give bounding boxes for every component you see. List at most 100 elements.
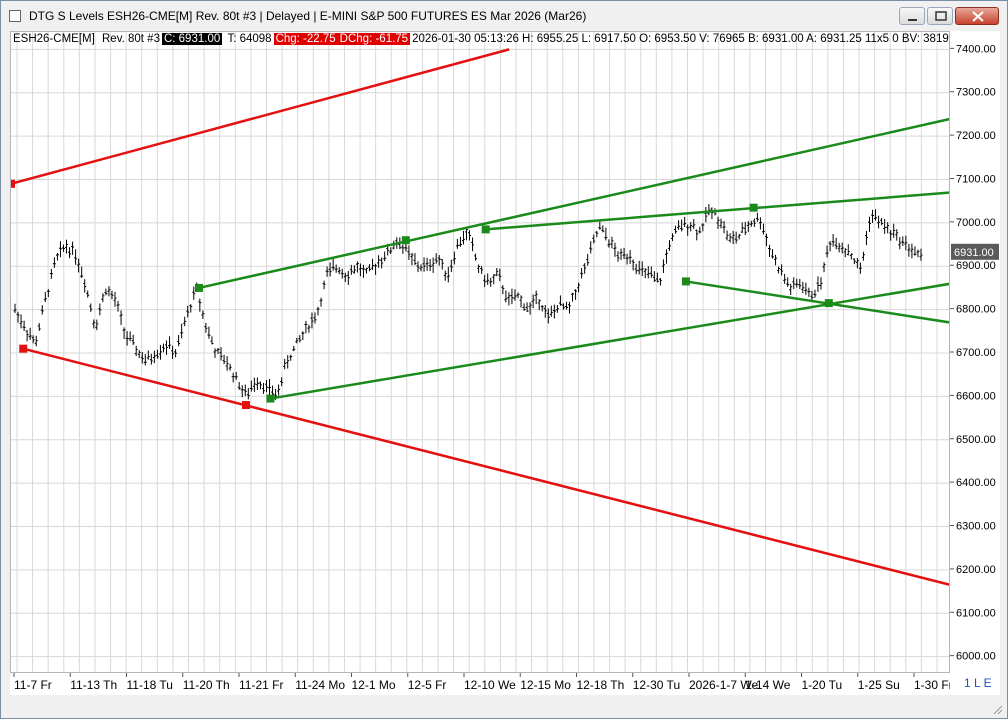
green-pivot-marker[interactable] bbox=[195, 283, 203, 292]
price-bar bbox=[322, 280, 326, 290]
price-tick-label: 7100.00 bbox=[956, 173, 996, 185]
price-bar bbox=[286, 355, 290, 369]
price-bar bbox=[571, 292, 575, 302]
price-bar bbox=[810, 290, 814, 301]
red-trendline[interactable] bbox=[11, 48, 510, 186]
green-pivot-marker[interactable] bbox=[824, 299, 833, 308]
price-bar bbox=[701, 223, 705, 232]
time-tick-label: 11-21 Fr bbox=[239, 678, 283, 692]
price-bar bbox=[786, 277, 790, 287]
app-icon bbox=[9, 10, 21, 22]
price-bar bbox=[719, 218, 723, 229]
price-bar bbox=[516, 292, 520, 299]
time-axis[interactable]: 11-7 Fr 11-13 Th 11-18 Tu 11-20 Th 11-21 Fr 1… bbox=[10, 673, 950, 695]
price-bar bbox=[128, 331, 132, 342]
price-bar bbox=[507, 292, 511, 306]
minimize-button[interactable] bbox=[899, 7, 925, 25]
price-bar bbox=[319, 297, 323, 307]
current-price-label: 6931.00 bbox=[954, 247, 994, 259]
price-bar bbox=[919, 248, 923, 261]
price-bar bbox=[358, 263, 362, 277]
price-bar bbox=[801, 281, 805, 294]
price-bar bbox=[364, 267, 368, 274]
price-tick-label: 6800.00 bbox=[956, 304, 996, 316]
price-bar bbox=[816, 276, 820, 292]
price-bar bbox=[131, 334, 135, 345]
price-bar bbox=[443, 270, 447, 281]
price-bar bbox=[58, 241, 62, 258]
price-bar bbox=[543, 305, 547, 318]
price-bar bbox=[725, 230, 729, 241]
price-bar bbox=[158, 344, 162, 360]
price-bar bbox=[804, 282, 808, 295]
green-pivot-marker[interactable] bbox=[266, 394, 275, 403]
red-pivot-marker[interactable] bbox=[19, 344, 28, 353]
price-bar bbox=[492, 273, 496, 285]
red-pivot-marker[interactable] bbox=[11, 179, 15, 188]
green-pivot-marker[interactable] bbox=[749, 203, 758, 212]
green-pivot-marker[interactable] bbox=[681, 277, 690, 286]
price-bar bbox=[564, 301, 568, 310]
price-bar bbox=[631, 259, 635, 271]
red-trendline[interactable] bbox=[22, 347, 950, 586]
resize-grip-icon[interactable] bbox=[993, 705, 1003, 715]
price-bar bbox=[474, 253, 478, 261]
price-bar bbox=[913, 246, 917, 256]
price-bar bbox=[346, 270, 350, 285]
green-pivot-marker[interactable] bbox=[401, 236, 410, 245]
price-bar bbox=[113, 291, 117, 307]
price-bar bbox=[728, 233, 732, 243]
price-bar bbox=[458, 236, 462, 247]
price-bar bbox=[710, 207, 714, 220]
price-bar bbox=[916, 249, 920, 258]
price-bar bbox=[101, 293, 105, 303]
price-bar bbox=[537, 299, 541, 311]
price-bar bbox=[83, 279, 87, 293]
close-button[interactable] bbox=[955, 7, 999, 25]
price-bar bbox=[892, 223, 896, 238]
price-bar bbox=[298, 335, 302, 343]
price-bar bbox=[734, 231, 738, 244]
price-bar bbox=[604, 227, 608, 241]
price-bar bbox=[25, 330, 29, 342]
price-bar bbox=[325, 266, 329, 277]
price-bar bbox=[901, 236, 905, 246]
price-axis[interactable]: 7400.00 7300.00 7200.00 7100.00 7000.00 6900.… bbox=[950, 31, 1000, 673]
price-bar bbox=[767, 244, 771, 258]
price-tick-label: 6400.00 bbox=[956, 477, 996, 489]
price-bar bbox=[337, 267, 341, 275]
price-bar bbox=[510, 288, 514, 305]
price-bar bbox=[852, 258, 856, 265]
chart-window: DTG S Levels ESH26-CME[M] Rev. 80t #3 | … bbox=[0, 0, 1008, 719]
maximize-button[interactable] bbox=[927, 7, 953, 25]
price-bar bbox=[904, 235, 908, 251]
price-bar bbox=[674, 225, 678, 234]
status-badge[interactable]: 1 L E bbox=[964, 676, 992, 690]
price-bar bbox=[649, 266, 653, 278]
price-bar bbox=[455, 238, 459, 249]
price-bar bbox=[283, 358, 287, 370]
green-trendline[interactable] bbox=[270, 282, 950, 400]
price-bar bbox=[489, 277, 493, 287]
price-bar bbox=[189, 304, 193, 313]
price-bar bbox=[177, 335, 181, 347]
price-bar bbox=[861, 251, 865, 261]
price-bar bbox=[552, 304, 556, 319]
chart-plot-area[interactable]: ESH26-CME[M] Rev. 80t #3 C: 6931.00 T: 64… bbox=[10, 31, 950, 673]
green-trendline[interactable] bbox=[198, 117, 950, 290]
price-bar bbox=[646, 266, 650, 279]
price-bar bbox=[822, 262, 826, 273]
green-pivot-marker[interactable] bbox=[481, 225, 490, 234]
price-bar bbox=[610, 236, 614, 249]
price-bar bbox=[122, 327, 126, 339]
price-bar bbox=[68, 247, 72, 259]
title-bar[interactable]: DTG S Levels ESH26-CME[M] Rev. 80t #3 | … bbox=[1, 1, 1007, 31]
price-bar bbox=[37, 323, 41, 331]
red-pivot-marker[interactable] bbox=[242, 401, 250, 410]
price-chart[interactable] bbox=[11, 32, 950, 673]
price-bar bbox=[464, 227, 468, 241]
price-bar bbox=[71, 241, 75, 255]
time-tick-label: 1-14 We bbox=[745, 678, 790, 692]
price-bar bbox=[119, 310, 123, 325]
price-bar bbox=[613, 242, 617, 257]
